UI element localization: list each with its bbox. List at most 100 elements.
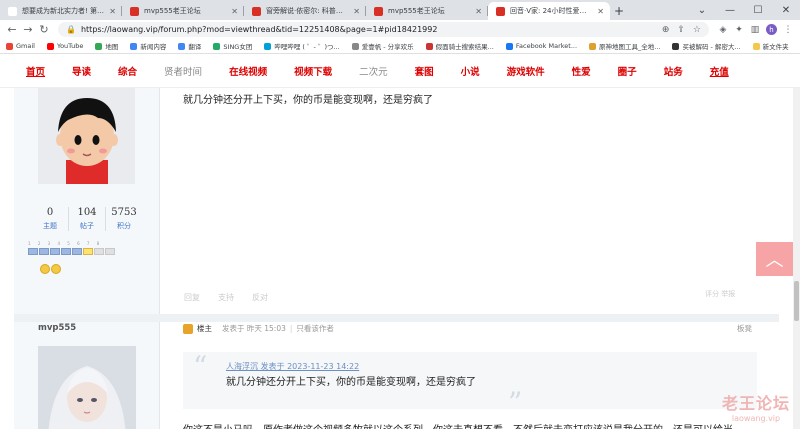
bookmark-item[interactable]: 哔哩哔哩 ( ゜- ゜)つ... bbox=[264, 41, 340, 51]
post-right-actions[interactable]: 评分 举报 bbox=[705, 289, 735, 299]
zoom-icon[interactable]: ⊕ bbox=[662, 25, 670, 35]
back-arrow-icon[interactable]: ← bbox=[4, 23, 20, 36]
medals bbox=[40, 264, 62, 274]
sidepanel-icon[interactable]: ▥ bbox=[747, 25, 763, 35]
bookmark-item[interactable]: Gmail bbox=[6, 42, 35, 50]
nav-item[interactable]: 视频下载 bbox=[294, 64, 332, 78]
bookmark-label: YouTube bbox=[56, 42, 84, 50]
bookmark-label: 新文件夹 bbox=[762, 43, 789, 51]
browser-tab[interactable]: mvp555老王论坛 ✕ bbox=[366, 2, 488, 20]
tab-close-icon[interactable]: ✕ bbox=[475, 7, 482, 16]
bookmark-item[interactable]: SING女团 bbox=[213, 41, 252, 51]
tab-favicon-icon bbox=[252, 6, 261, 16]
bookmark-item[interactable]: YouTube bbox=[46, 42, 84, 50]
floor-label[interactable]: 板凳 bbox=[737, 323, 752, 334]
nav-item[interactable]: 套图 bbox=[415, 64, 434, 78]
minimize-button[interactable]: — bbox=[716, 5, 744, 16]
bookmark-item[interactable]: 新闻内容 bbox=[130, 41, 166, 51]
user-avatar[interactable] bbox=[38, 88, 135, 184]
level-segment bbox=[105, 248, 115, 255]
address-bar[interactable]: 🔒 https://laowang.vip/forum.php?mod=view… bbox=[58, 22, 709, 37]
nav-item[interactable]: 游戏软件 bbox=[507, 64, 545, 78]
user-avatar[interactable] bbox=[38, 346, 136, 429]
post-body: 你这不是小马吗，原作者做这个视频多牧就以这个系列，你这去真想不看，不然后就去变打… bbox=[183, 421, 733, 429]
louzhu-label: 楼主 bbox=[197, 324, 212, 333]
nav-item[interactable]: 圈子 bbox=[618, 64, 637, 78]
tab-search-icon[interactable]: ⌄ bbox=[688, 5, 716, 16]
nav-item[interactable]: 性爱 bbox=[572, 64, 591, 78]
medal-icon[interactable] bbox=[51, 264, 61, 274]
post-actions: 回复 支持 反对 bbox=[184, 292, 286, 303]
medal-icon[interactable] bbox=[40, 264, 50, 274]
profile-avatar[interactable]: h bbox=[766, 24, 777, 35]
quote-source-link[interactable]: 人海浮沉 发表于 2023-11-23 14:22 bbox=[226, 361, 359, 372]
scrollbar-track[interactable] bbox=[793, 88, 800, 429]
watermark-title: 老王论坛 bbox=[722, 394, 791, 413]
level-progress-bar bbox=[28, 248, 116, 255]
bookmark-item[interactable]: 原神地图工具_全地... bbox=[589, 41, 660, 51]
nav-item[interactable]: 充值 bbox=[710, 64, 729, 78]
author-name[interactable]: mvp555 bbox=[38, 323, 76, 333]
stat-label: 主题 bbox=[43, 222, 57, 230]
browser-tab[interactable]: 想要成为新北实力者! 第二季· ✕ bbox=[0, 2, 122, 20]
url-text: https://laowang.vip/forum.php?mod=viewth… bbox=[80, 25, 438, 34]
bookmark-item[interactable]: 假面骑士搜索结果... bbox=[425, 41, 494, 51]
tab-close-icon[interactable]: ✕ bbox=[109, 7, 116, 16]
tab-close-icon[interactable]: ✕ bbox=[231, 7, 238, 16]
tab-close-icon[interactable]: ✕ bbox=[353, 7, 360, 16]
tab-close-icon[interactable]: ✕ bbox=[597, 7, 604, 16]
bookmark-star-icon[interactable]: ☆ bbox=[693, 25, 701, 35]
level-segment-current bbox=[83, 248, 93, 255]
scrollbar-thumb[interactable] bbox=[794, 281, 799, 321]
level-numbers: 1 2 3 4 5 6 7 8 bbox=[28, 241, 103, 246]
bookmark-item[interactable]: 爱壹帆 - 分享欢乐 bbox=[351, 41, 414, 51]
share-icon[interactable]: ⇪ bbox=[677, 25, 685, 35]
post-divider bbox=[14, 314, 779, 322]
thumbs-up-action[interactable]: 支持 bbox=[218, 292, 234, 303]
only-author-link[interactable]: 只看该作者 bbox=[296, 323, 334, 334]
tab-title: 窗旁解说·依密尔: 科普民事援 bbox=[266, 7, 350, 15]
quote-close-icon: ” bbox=[508, 386, 523, 419]
bookmark-favicon-icon bbox=[46, 42, 54, 50]
nav-item[interactable]: 二次元 bbox=[359, 64, 388, 78]
bookmark-item[interactable]: 地图 bbox=[95, 41, 118, 51]
nav-item[interactable]: 在线视频 bbox=[229, 64, 267, 78]
nav-item[interactable]: 综合 bbox=[118, 64, 137, 78]
nav-item[interactable]: 小说 bbox=[461, 64, 480, 78]
tab-title: mvp555老王论坛 bbox=[388, 7, 445, 15]
nav-item[interactable]: 站务 bbox=[664, 64, 683, 78]
maximize-button[interactable]: ☐ bbox=[744, 5, 772, 16]
nav-item[interactable]: 导读 bbox=[72, 64, 91, 78]
reply-action[interactable]: 回复 bbox=[184, 292, 200, 303]
bookmark-item[interactable]: Facebook Market... bbox=[505, 42, 577, 50]
post-body: 就几分钟还分开上下买，你的币是能变现啊，还是穷疯了 bbox=[183, 95, 433, 106]
thumbs-down-action[interactable]: 反对 bbox=[252, 292, 268, 303]
tab-favicon-icon bbox=[8, 6, 17, 16]
browser-tab[interactable]: 回音·V家: 24小时性爱耐力赛 ✕ bbox=[488, 2, 610, 20]
close-window-button[interactable]: ✕ bbox=[772, 5, 800, 16]
bookmark-label: 假面骑士搜索结果... bbox=[435, 43, 494, 51]
bookmark-favicon-icon bbox=[178, 42, 186, 50]
reload-icon[interactable]: ↻ bbox=[36, 23, 52, 36]
browser-tab[interactable]: mvp555老王论坛 ✕ bbox=[122, 2, 244, 20]
bookmark-item[interactable]: 买被解码 - 解密大... bbox=[672, 41, 741, 51]
browser-tab[interactable]: 窗旁解说·依密尔: 科普民事援 ✕ bbox=[244, 2, 366, 20]
bookmark-label: Gmail bbox=[16, 42, 35, 50]
bookmark-favicon-icon bbox=[95, 42, 103, 50]
puzzle-icon[interactable]: ✦ bbox=[731, 25, 747, 35]
new-tab-button[interactable]: + bbox=[610, 2, 628, 20]
nav-item[interactable]: 贤者时间 bbox=[164, 64, 202, 78]
menu-kebab-icon[interactable]: ⋮ bbox=[780, 25, 796, 35]
stat-label: 帖子 bbox=[80, 222, 94, 230]
quote-open-icon: “ bbox=[193, 350, 208, 383]
bookmark-item[interactable]: 翻译 bbox=[178, 41, 201, 51]
forward-arrow-icon[interactable]: → bbox=[20, 23, 36, 36]
user-stat[interactable]: 0 主题 bbox=[32, 207, 68, 231]
extension-icon[interactable]: ◈ bbox=[715, 25, 731, 35]
user-stat[interactable]: 5753 积分 bbox=[105, 207, 142, 231]
nav-item[interactable]: 首页 bbox=[26, 64, 45, 78]
user-stat[interactable]: 104 帖子 bbox=[68, 207, 105, 231]
back-to-top-button[interactable]: ︿ bbox=[756, 242, 793, 276]
bookmark-item[interactable]: 新文件夹 bbox=[752, 41, 789, 51]
cartoon-boy-avatar-icon bbox=[38, 88, 135, 184]
